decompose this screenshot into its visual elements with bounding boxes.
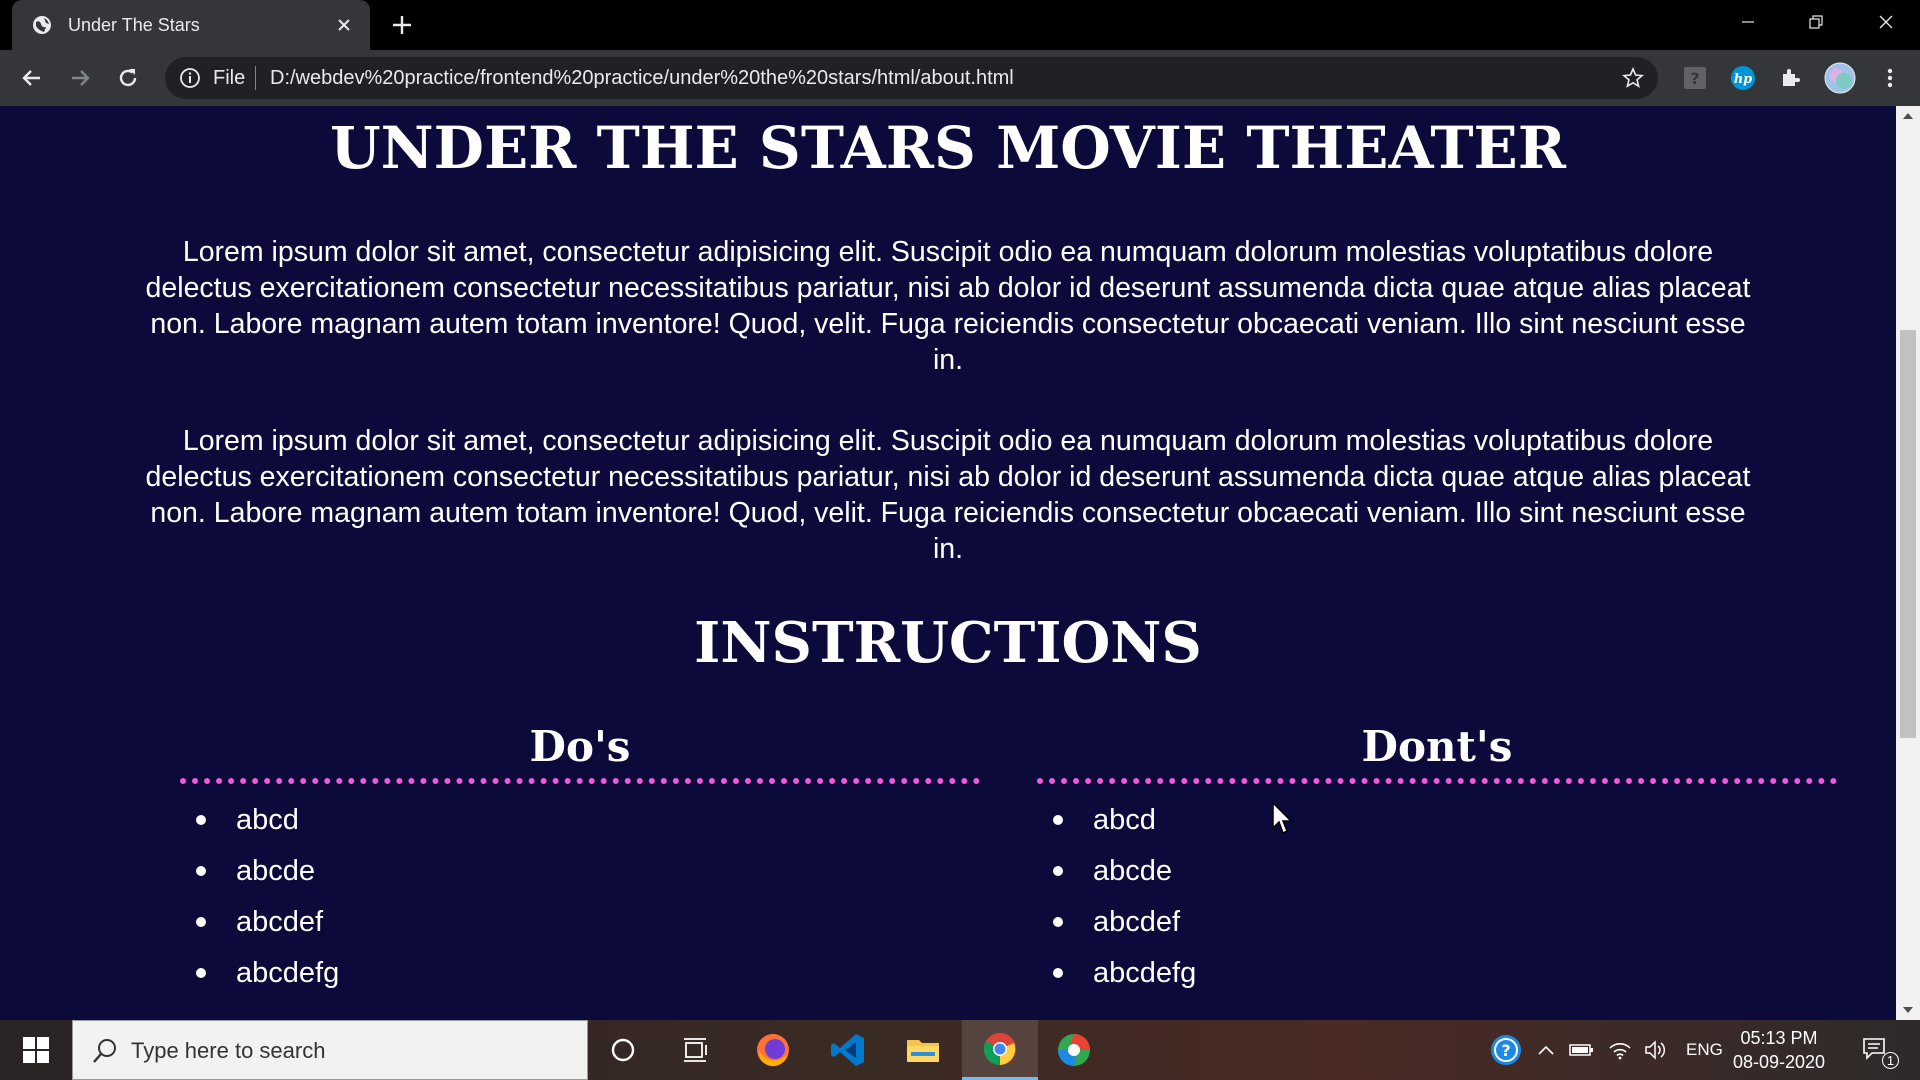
hp-extension-icon[interactable]: hp <box>1729 64 1757 92</box>
close-tab-icon[interactable] <box>334 15 354 35</box>
donts-heading: Dont's <box>1361 722 1513 771</box>
cortana-icon[interactable] <box>585 1020 661 1080</box>
donts-divider <box>1037 778 1837 784</box>
bullet-icon <box>1053 968 1063 978</box>
dos-list: abcd abcde abcdef abcdefg <box>180 802 980 1006</box>
extensions-puzzle-icon[interactable] <box>1777 64 1805 92</box>
list-item-text: abcdefg <box>236 957 340 989</box>
donts-column: Dont's abcd abcde abcdef abcdefg <box>1037 722 1837 1006</box>
list-item-text: abcd <box>1093 804 1156 836</box>
list-item: abcd <box>1037 802 1837 853</box>
intro-paragraph-1: Lorem ipsum dolor sit amet, consectetur … <box>145 236 1751 376</box>
bullet-icon <box>196 917 206 927</box>
bullet-icon <box>196 866 206 876</box>
dos-divider <box>180 778 980 784</box>
list-item-text: abcde <box>236 855 316 887</box>
search-placeholder: Type here to search <box>131 1038 326 1063</box>
list-item: abcde <box>1037 853 1837 904</box>
firefox-icon[interactable] <box>735 1020 811 1080</box>
restore-button[interactable] <box>1782 0 1850 44</box>
start-button[interactable] <box>0 1020 72 1080</box>
clock-time: 05:13 PM <box>1740 1028 1818 1048</box>
browser-tab[interactable]: Under The Stars <box>12 0 370 50</box>
svg-text:?: ? <box>1501 1041 1510 1060</box>
reload-button[interactable] <box>114 64 142 92</box>
bookmark-star-icon[interactable] <box>1622 66 1644 89</box>
battery-icon[interactable] <box>1566 1020 1598 1080</box>
svg-text:?: ? <box>1690 69 1699 88</box>
svg-text:hp: hp <box>1734 72 1753 87</box>
list-item: abcd <box>180 802 980 853</box>
address-bar[interactable]: File D:/webdev%20practice/frontend%20pra… <box>165 57 1658 99</box>
donts-list: abcd abcde abcdef abcdefg <box>1037 802 1837 1006</box>
wifi-icon[interactable] <box>1604 1020 1636 1080</box>
bullet-icon <box>1053 815 1063 825</box>
windows-logo-icon <box>23 1037 49 1063</box>
scroll-up-arrow-icon[interactable] <box>1896 106 1920 126</box>
instructions-heading: INSTRUCTIONS <box>694 610 1202 676</box>
list-item-text: abcdefg <box>1093 957 1197 989</box>
list-item: abcdef <box>1037 904 1837 955</box>
bullet-icon <box>1053 917 1063 927</box>
bullet-icon <box>196 968 206 978</box>
bullet-icon <box>1053 866 1063 876</box>
back-button[interactable] <box>18 64 46 92</box>
page-viewport: UNDER THE STARS MOVIE THEATER Lorem ipsu… <box>0 106 1896 1020</box>
mouse-pointer-icon <box>1272 801 1294 836</box>
minimize-button[interactable] <box>1714 0 1782 44</box>
vscode-icon[interactable] <box>810 1020 886 1080</box>
clock-date: 08-09-2020 <box>1732 1052 1826 1072</box>
close-window-button[interactable] <box>1852 0 1920 44</box>
language-indicator[interactable]: ENG <box>1686 1040 1723 1060</box>
edge-browser-icon[interactable] <box>1036 1020 1112 1080</box>
tab-title: Under The Stars <box>68 14 200 35</box>
list-item-text: abcde <box>1093 855 1173 887</box>
volume-icon[interactable] <box>1640 1020 1672 1080</box>
taskbar-search-box[interactable]: Type here to search <box>72 1020 588 1080</box>
address-divider <box>255 66 256 90</box>
extension-help-icon[interactable]: ? <box>1681 64 1709 92</box>
bullet-icon <box>196 815 206 825</box>
browser-toolbar: File D:/webdev%20practice/frontend%20pra… <box>0 50 1920 106</box>
clock[interactable]: 05:13 PM 08-09-2020 <box>1724 1026 1834 1074</box>
intro-paragraph-2: Lorem ipsum dolor sit amet, consectetur … <box>145 425 1751 565</box>
list-item: abcdefg <box>180 955 980 1006</box>
dos-column: Do's abcd abcde abcdef abcdefg <box>180 722 980 1006</box>
list-item-text: abcdef <box>1093 906 1181 938</box>
page-title: UNDER THE STARS MOVIE THEATER <box>330 114 1566 182</box>
forward-button[interactable] <box>66 64 94 92</box>
profile-avatar[interactable] <box>1824 62 1856 94</box>
list-item-text: abcd <box>236 804 299 836</box>
browser-tab-strip: Under The Stars <box>0 0 1920 50</box>
list-item: abcdef <box>180 904 980 955</box>
task-view-icon[interactable] <box>658 1020 734 1080</box>
search-icon <box>91 1037 119 1065</box>
new-tab-button[interactable] <box>390 13 414 37</box>
page-scrollbar[interactable] <box>1896 106 1920 1020</box>
scroll-down-arrow-icon[interactable] <box>1896 1000 1920 1020</box>
list-item-text: abcdef <box>236 906 324 938</box>
scheme-label: File <box>213 67 246 89</box>
windows-taskbar: Type here to search ? ENG 05:13 PM 08-09… <box>0 1020 1920 1080</box>
chevron-up-icon[interactable] <box>1532 1020 1560 1080</box>
list-item: abcdefg <box>1037 955 1837 1006</box>
globe-icon <box>32 15 52 35</box>
scrollbar-thumb[interactable] <box>1900 330 1916 738</box>
url-text[interactable]: D:/webdev%20practice/frontend%20practice… <box>270 67 1014 90</box>
chrome-icon[interactable] <box>962 1020 1038 1080</box>
help-icon[interactable]: ? <box>1486 1020 1526 1080</box>
list-item: abcde <box>180 853 980 904</box>
dos-heading: Do's <box>529 722 631 771</box>
menu-kebab-icon[interactable] <box>1876 64 1904 92</box>
notification-count-badge: 1 <box>1882 1052 1899 1069</box>
file-explorer-icon[interactable] <box>885 1020 961 1080</box>
info-icon[interactable] <box>179 67 201 89</box>
notification-center-icon[interactable]: 1 <box>1850 1020 1900 1080</box>
